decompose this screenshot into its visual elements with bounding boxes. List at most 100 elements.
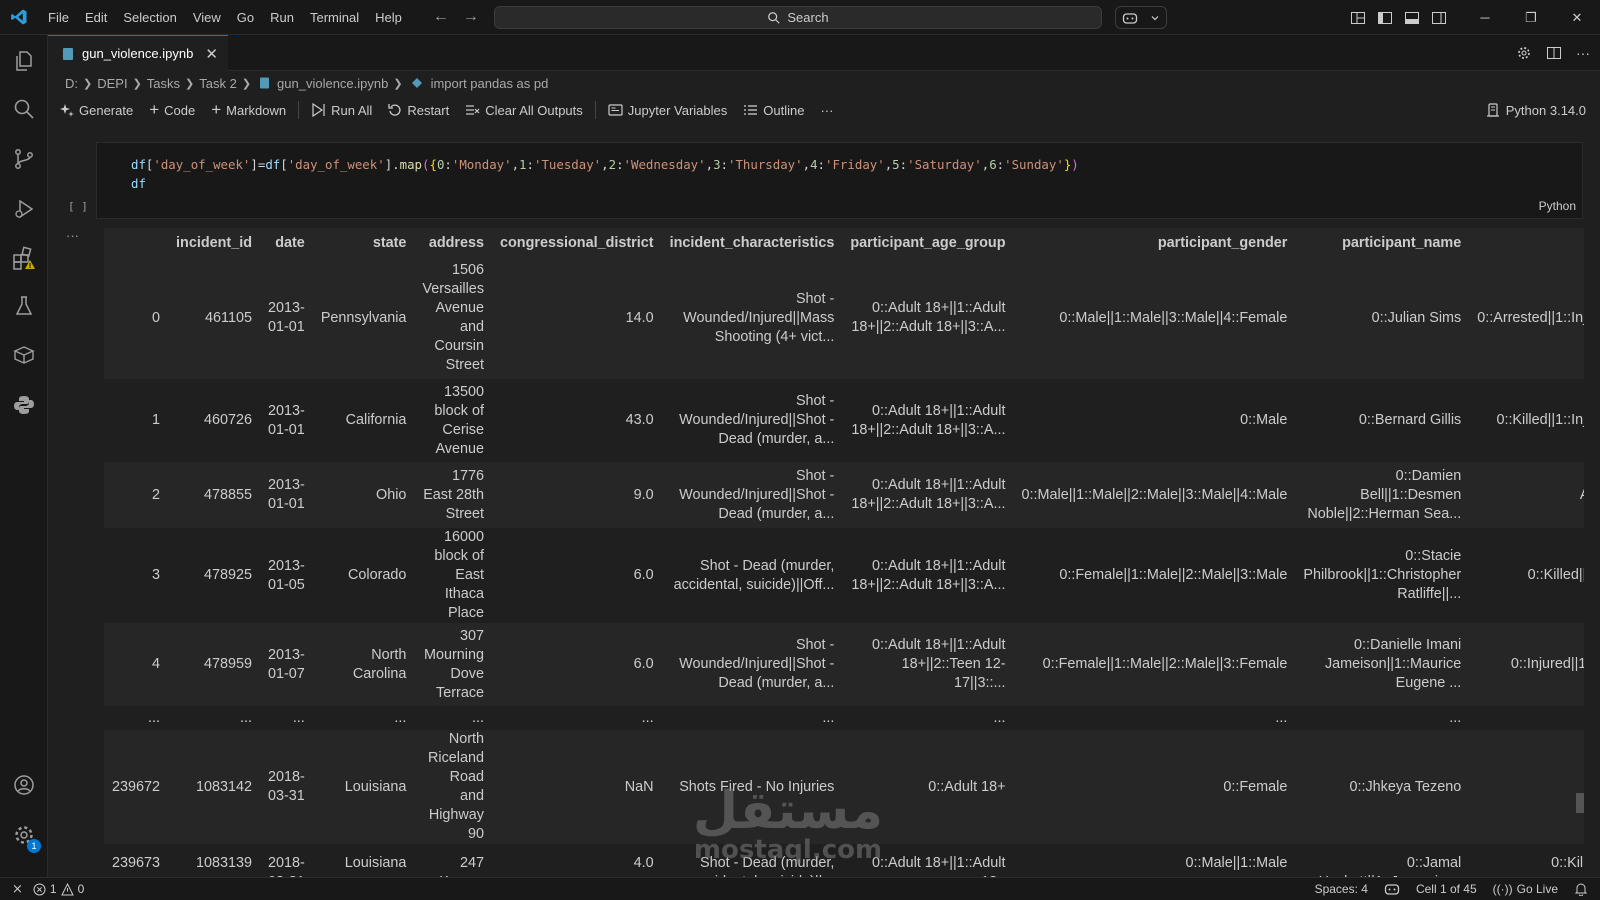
remote-indicator-icon[interactable]: ⨯ (0, 881, 33, 897)
table-cell: 0::Adult 18+||1::Adult 18+||2::Adult 18+… (851, 402, 1006, 438)
breadcrumb-tasks[interactable]: Tasks (147, 76, 180, 91)
cell-language-label[interactable]: Python (1539, 199, 1576, 213)
table-cell: California (345, 412, 407, 428)
source-control-icon[interactable] (0, 135, 48, 183)
jupyter-variables-button[interactable]: Jupyter Variables (608, 103, 727, 118)
command-center-search[interactable]: Search (494, 6, 1102, 29)
table-cell: 0::Arrested||1::Inju (1477, 309, 1584, 326)
minimize-icon[interactable]: ─ (1462, 0, 1508, 35)
horizontal-scroll-thumb[interactable] (1576, 793, 1584, 813)
back-arrow-icon[interactable]: ← (426, 8, 456, 26)
manage-gear-icon[interactable]: 1 (0, 811, 48, 859)
menu-go[interactable]: Go (229, 0, 262, 35)
error-count: 1 (49, 882, 57, 896)
kernel-picker[interactable]: Python 3.14.0 (1486, 96, 1586, 124)
column-header (1469, 228, 1584, 257)
explorer-icon[interactable] (0, 37, 48, 85)
notifications-bell-icon[interactable] (1574, 882, 1588, 896)
breadcrumb-depi[interactable]: DEPI (97, 76, 127, 91)
run-debug-icon[interactable] (0, 185, 48, 233)
remote-explorer-icon[interactable] (0, 331, 48, 379)
menu-view[interactable]: View (185, 0, 229, 35)
toolbar-more-button[interactable]: ··· (820, 103, 833, 118)
restart-button[interactable]: Restart (388, 103, 449, 118)
code-cell[interactable]: df['day_of_week']=df['day_of_week'].map(… (96, 142, 1583, 219)
broadcast-icon: ((·)) (1492, 882, 1513, 896)
table-cell: ... (394, 709, 407, 726)
table-cell: Louisiana (344, 855, 407, 871)
table-cell: 0::Stacie Philbrook||1::Christopher Ratl… (1303, 548, 1462, 602)
table-cell: 0::Male||1::Male (1185, 855, 1288, 871)
toggle-primary-sidebar-icon[interactable] (1371, 0, 1398, 35)
add-code-button[interactable]: + Code (149, 100, 195, 120)
table-cell: 460726 (203, 412, 252, 428)
table-cell: Shot - Wounded/Injured||Shot - Dead (mur… (679, 393, 835, 447)
table-cell: ... (993, 709, 1006, 726)
tab-gun-violence[interactable]: gun_violence.ipynb ✕ (48, 35, 228, 71)
forward-arrow-icon[interactable]: → (456, 8, 486, 26)
warning-count: 0 (77, 882, 85, 896)
accounts-icon[interactable] (0, 761, 48, 809)
column-header: participant_age_group (850, 234, 1006, 251)
table-row: .............................. (104, 706, 1584, 730)
restart-icon (388, 104, 401, 116)
close-window-icon[interactable]: ✕ (1554, 0, 1600, 35)
breadcrumb-file[interactable]: gun_violence.ipynb (277, 76, 388, 91)
search-view-icon[interactable] (0, 85, 48, 133)
output-actions-icon[interactable]: ··· (66, 228, 79, 243)
table-cell: 13500 block of Cerise Avenue (434, 383, 485, 457)
customize-layout-icon[interactable] (1344, 0, 1371, 35)
go-live-button[interactable]: ((·)) Go Live (1493, 882, 1558, 896)
cell-position-status[interactable]: Cell 1 of 45 (1416, 882, 1477, 896)
toggle-panel-icon[interactable] (1398, 0, 1425, 35)
table-cell: ... (472, 709, 485, 726)
run-all-button[interactable]: Run All (311, 103, 372, 118)
menu-file[interactable]: File (40, 0, 77, 35)
generate-button[interactable]: Generate (60, 103, 133, 118)
chevron-right-icon: ❯ (185, 77, 195, 90)
table-cell: 2013-01-07 (268, 646, 305, 682)
menu-edit[interactable]: Edit (77, 0, 115, 35)
extensions-icon[interactable]: ! (0, 235, 48, 283)
menu-selection[interactable]: Selection (115, 0, 184, 35)
problems-indicator[interactable]: 1 0 (33, 882, 84, 896)
table-cell: ... (822, 709, 835, 726)
breadcrumb-task2[interactable]: Task 2 (199, 76, 237, 91)
column-header: congressional_district (500, 234, 654, 251)
table-cell: 0::Jhkeya Tezeno (1349, 778, 1462, 795)
table-cell: 0::Adult 18+||1::Adult 18+||2::Adult 18+… (851, 557, 1006, 593)
copilot-button[interactable] (1115, 6, 1167, 29)
split-editor-icon[interactable] (1546, 45, 1562, 61)
menu-help[interactable]: Help (367, 0, 410, 35)
table-cell: 0::Female||1::Male||2::Male||3::Female (1042, 656, 1288, 672)
add-markdown-button[interactable]: + Markdown (211, 100, 286, 120)
indentation-status[interactable]: Spaces: 4 (1315, 882, 1368, 896)
toggle-secondary-sidebar-icon[interactable] (1425, 0, 1452, 35)
code-editor[interactable]: df['day_of_week']=df['day_of_week'].map(… (131, 155, 1079, 193)
restore-icon[interactable]: ❐ (1508, 0, 1554, 35)
table-cell: 0::Female||1::Male||2::Male||3::Male (1059, 567, 1288, 583)
python-icon[interactable] (0, 381, 48, 429)
menu-terminal[interactable]: Terminal (302, 0, 367, 35)
table-cell: 2013-01-01 (268, 402, 305, 438)
more-actions-icon[interactable]: ··· (1576, 45, 1590, 61)
outline-button[interactable]: Outline (743, 103, 804, 118)
copilot-status-icon[interactable] (1384, 882, 1400, 896)
clear-outputs-button[interactable]: Clear All Outputs (465, 103, 583, 118)
testing-flask-icon[interactable] (0, 282, 48, 330)
table-cell: ... (1449, 709, 1462, 726)
search-icon (768, 11, 781, 24)
plus-icon: + (211, 100, 222, 119)
menu-run[interactable]: Run (262, 0, 302, 35)
table-cell: 2018-03-31 (268, 855, 305, 877)
table-cell: 0::Adult 18+||1::Adult 18+||2::Teen 12-1… (872, 637, 1006, 691)
close-tab-icon[interactable]: ✕ (205, 45, 218, 63)
table-cell: North Carolina (352, 646, 407, 682)
notebook-settings-gear-icon[interactable] (1516, 45, 1532, 61)
table-cell: 307 Mourning Dove Terrace (424, 627, 485, 701)
breadcrumb-drive[interactable]: D: (65, 76, 78, 91)
breadcrumb-cell[interactable]: import pandas as pd (431, 76, 549, 91)
notebook-file-icon (63, 47, 73, 60)
search-label: Search (787, 10, 829, 25)
row-index-cell: 239673 (112, 855, 161, 871)
